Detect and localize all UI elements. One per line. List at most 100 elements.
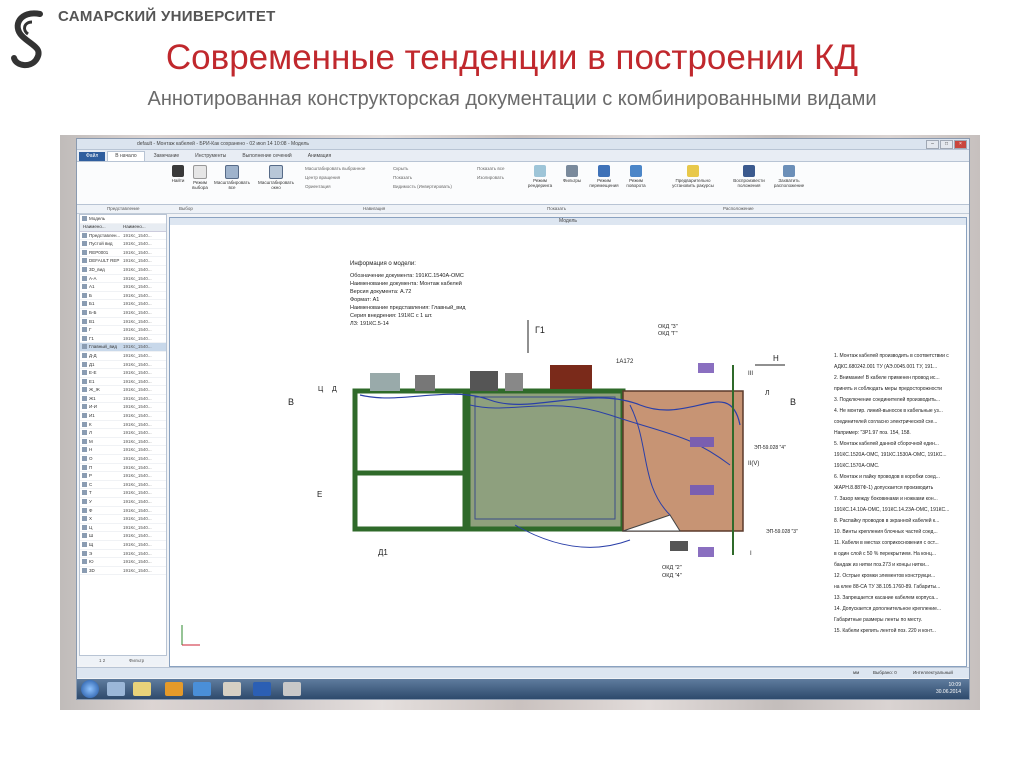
tree-row[interactable]: Пустой вид 191Кс_1540... [80,240,166,249]
view-icon [82,378,87,384]
tree-row[interactable]: Главный_вид 191Кс_1540... [80,343,166,352]
label-1a172: 1А172 [616,359,634,365]
move-mode-button[interactable]: Режим перемещения [589,165,619,188]
tree-row-value: 191Кс_1540... [123,249,152,255]
tree-row[interactable]: Щ 191Кс_1540... [80,541,166,550]
tree-filter[interactable]: Фильтр [129,658,144,663]
tab-file[interactable]: Файл [79,152,106,161]
tree-row-value: 191Кс_1540... [123,490,152,496]
taskbar-clock[interactable]: 10:09 30.06.2014 [936,682,961,696]
folder-icon[interactable] [133,682,151,696]
tree-row-name: В1 [89,318,95,324]
isolate-item[interactable]: Изолировать [477,175,504,180]
tree-row[interactable]: Х 191Кс_1540... [80,515,166,524]
tree-row[interactable]: У 191Кс_1540... [80,498,166,507]
tree-row[interactable]: М 191Кс_1540... [80,438,166,447]
show-item[interactable]: Показать [393,175,412,180]
select-mode-button[interactable]: Режим выбора [185,165,215,190]
render-mode-button[interactable]: Режим рендеринга [525,165,555,188]
tree-column-value[interactable]: Наимено... [123,224,163,231]
tree-row[interactable]: Б-Б 191Кс_1540... [80,309,166,318]
rotate-mode-button[interactable]: Режим поворота [621,165,651,188]
drawing-canvas[interactable]: Модель Информация о модели: Обозначение … [169,217,967,667]
tree-row[interactable]: Г1 191Кс_1540... [80,335,166,344]
tree-row[interactable]: DEFAULT REP 191Кс_1540... [80,257,166,266]
tree-row[interactable]: Д1 191Кс_1540... [80,361,166,370]
tree-row[interactable]: О 191Кс_1540... [80,455,166,464]
tab-sections[interactable]: Выполнение сечений [235,152,298,161]
cad-app-icon[interactable] [283,682,301,696]
tree-row[interactable]: Ф 191Кс_1540... [80,507,166,516]
tree-row[interactable]: К 191Кс_1540... [80,421,166,430]
filters-button[interactable]: Фильтры [557,165,587,183]
tab-animation[interactable]: Анимация [301,152,338,161]
tree-row[interactable]: Н 191Кс_1540... [80,446,166,456]
tree-row[interactable]: Э 191Кс_1540... [80,550,166,559]
preset-views-button[interactable]: Предварительно установить ракурсы [671,165,715,188]
zoom-window-button[interactable]: Масштабировать окно [258,165,294,190]
maximize-button[interactable]: □ [940,140,953,149]
tree-row[interactable]: Представлен... 191Кс_1540... [80,232,166,241]
play-positions-button[interactable]: Воспроизвести положения [731,165,767,188]
tree-row[interactable]: В1 191Кс_1540... [80,318,166,327]
tree-row[interactable]: Ж_Ж 191Кс_1540... [80,386,166,395]
browser-icon[interactable] [193,682,211,696]
status-selected: Выбрано: 0 [873,670,897,675]
zoom-selected-item[interactable]: Масштабировать выбранное [305,166,365,171]
tree-row[interactable]: Л 191Кс_1540... [80,429,166,438]
tree-row-value: 191Кс_1540... [123,533,152,539]
view-icon [82,516,87,522]
tree-row-value: 191Кс_1540... [123,266,152,272]
tree-row[interactable]: Ц 191Кс_1540... [80,524,166,533]
info-block: Обозначение документа: 191КС.1540А-ОМСНа… [350,273,466,327]
app-icon[interactable] [223,682,241,696]
tree-row[interactable]: 3D_вид 191Кс_1540... [80,266,166,275]
tree-row[interactable]: Д-Д 191Кс_1540... [80,352,166,361]
explorer-icon[interactable] [107,682,125,696]
university-name: САМАРСКИЙ УНИВЕРСИТЕТ [58,8,276,25]
tree-row[interactable]: Ж1 191Кс_1540... [80,395,166,404]
tree-row[interactable]: П 191Кс_1540... [80,464,166,473]
tree-row[interactable]: А-А 191Кс_1540... [80,275,166,284]
tree-row[interactable]: 3D 191Кс_1540... [80,567,166,576]
tree-row[interactable]: Ш 191Кс_1540... [80,532,166,541]
tree-row-name: Д-Д [89,352,97,358]
minimize-button[interactable]: – [926,140,939,149]
visibility-invert-item[interactable]: Видимость (Инвертировать) [393,184,452,189]
tree-row[interactable]: Б1 191Кс_1540... [80,300,166,309]
tree-root[interactable]: Модель [80,215,166,224]
tree-row[interactable]: Б 191Кс_1540... [80,292,166,301]
orientation-item[interactable]: Ориентация [305,184,331,189]
tree-row[interactable]: И-И 191Кс_1540... [80,403,166,413]
tree-row[interactable]: Е-Е 191Кс_1540... [80,369,166,378]
model-icon [82,216,87,221]
tree-row-name: 3D [89,567,95,573]
tree-row[interactable]: Т 191Кс_1540... [80,489,166,498]
status-mode[interactable]: Интеллектуальный [913,670,953,675]
tree-row[interactable]: С 191Кс_1540... [80,481,166,490]
tab-home[interactable]: В начало [107,151,145,161]
tree-row[interactable]: И1 191Кс_1540... [80,412,166,421]
media-icon[interactable] [165,682,183,696]
show-all-item[interactable]: Показать все [477,166,504,171]
note-line: Габаритные размеры ленты по месту. [834,617,922,623]
word-icon[interactable] [253,682,271,696]
capture-layout-button[interactable]: Захватить расположение [771,165,807,188]
tree-row[interactable]: REP0001 191Кс_1540... [80,249,166,258]
rotation-center-item[interactable]: Центр вращения [305,175,340,180]
tree-column-name[interactable]: Наимено... [83,224,123,231]
tree-row[interactable]: Ю 191Кс_1540... [80,558,166,567]
close-button[interactable]: × [954,140,967,149]
tree-row-name: У [89,499,92,504]
tree-row[interactable]: Е1 191Кс_1540... [80,378,166,387]
hide-item[interactable]: Скрыть [393,166,408,171]
tree-row[interactable]: А1 191Кс_1540... [80,283,166,292]
tab-annotation[interactable]: Замечание [147,152,187,161]
tree-row[interactable]: Р 191Кс_1540... [80,472,166,481]
zoom-all-button[interactable]: Масштабировать все [214,165,250,190]
start-button[interactable] [81,680,99,698]
view-icon [82,370,87,376]
tab-tools[interactable]: Инструменты [188,152,233,161]
tree-row[interactable]: Г 191Кс_1540... [80,326,166,335]
tree-pages[interactable]: 1 2 [99,658,105,663]
